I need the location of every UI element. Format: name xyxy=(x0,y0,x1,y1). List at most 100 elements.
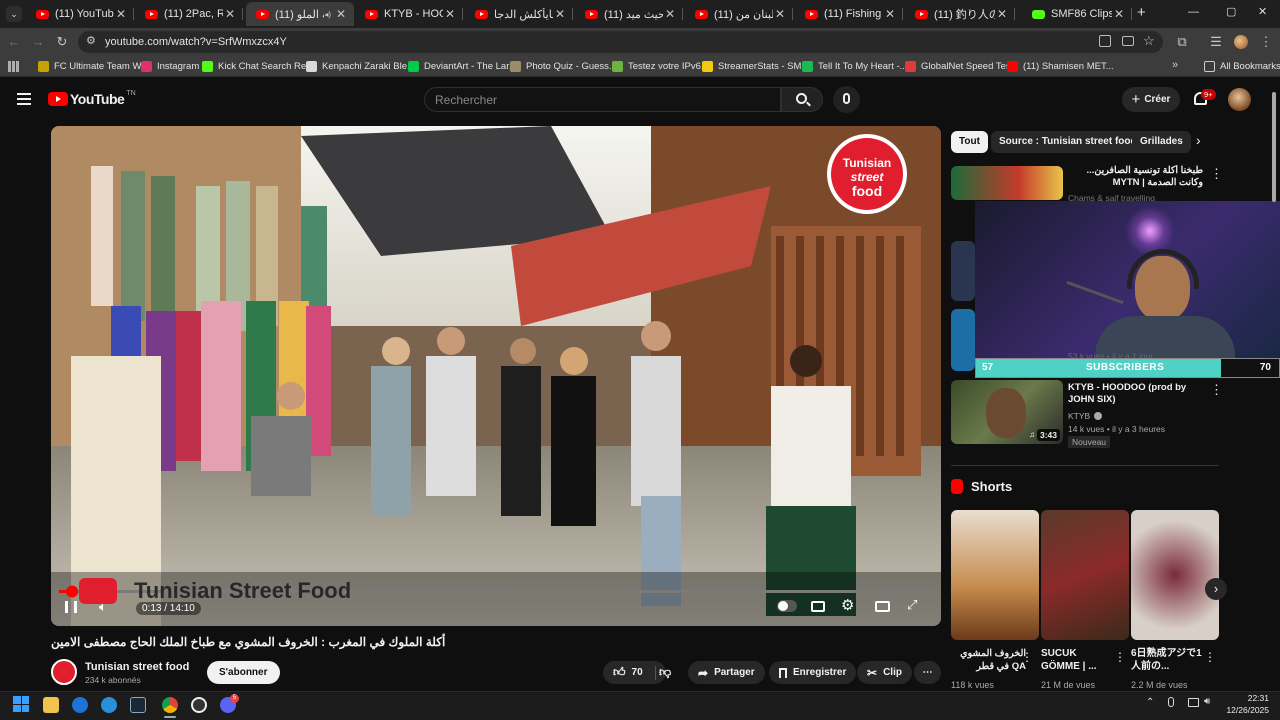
more-bookmarks-icon[interactable]: » xyxy=(1172,59,1178,71)
browser-tab[interactable]: KTYB - HOODOO✕ xyxy=(355,2,463,26)
rec-channel-ktyb[interactable]: KTYB xyxy=(1068,411,1103,421)
browser-menu-icon[interactable]: ⋮ xyxy=(1256,31,1276,53)
guide-menu-icon[interactable] xyxy=(17,93,31,105)
settings-gear-icon[interactable]: ⚙ xyxy=(841,596,854,614)
back-icon[interactable]: ← xyxy=(4,31,24,53)
short-thumbnail-3[interactable] xyxy=(1131,510,1219,640)
tab-close-icon[interactable]: ✕ xyxy=(223,7,237,21)
chip-source[interactable]: Source : Tunisian street food xyxy=(991,131,1145,153)
more-actions-button[interactable]: ⋯ xyxy=(914,661,941,684)
page-scrollbar[interactable] xyxy=(1272,92,1276,202)
shorts-next-button[interactable]: › xyxy=(1205,578,1227,600)
outlook-icon[interactable] xyxy=(72,697,88,713)
chip-all[interactable]: Tout xyxy=(951,131,988,153)
tray-overflow-icon[interactable]: ⌃ xyxy=(1146,697,1154,708)
tab-close-icon[interactable]: ✕ xyxy=(114,7,128,21)
rec-thumbnail-ktyb[interactable]: ♫ 3:43 xyxy=(951,380,1063,444)
short-title-3[interactable]: 6日熟成アジで1人前の... xyxy=(1131,647,1206,673)
rec-title-ktyb[interactable]: KTYB - HOODOO (prod by JOHN SIX) xyxy=(1068,382,1208,406)
bookmark-item[interactable]: Kenpachi Zaraki Ble... xyxy=(306,58,415,75)
short-menu-1[interactable]: ⋮ xyxy=(1021,650,1033,664)
tab-close-icon[interactable]: ✕ xyxy=(995,7,1009,21)
tab-close-icon[interactable]: ✕ xyxy=(1112,7,1126,21)
short-title-1[interactable]: الخروف المشوي QA في قطر xyxy=(951,647,1026,673)
clip-button[interactable]: ✂ Clip xyxy=(857,661,912,684)
browser-tab[interactable]: (11) YouTube ✕ xyxy=(26,2,134,26)
share-button[interactable]: ➦ Partager xyxy=(688,661,765,684)
tab-close-icon[interactable]: ✕ xyxy=(773,7,787,21)
rec-thumbnail-2[interactable] xyxy=(951,241,975,301)
apps-grid-icon[interactable] xyxy=(8,61,19,72)
short-thumbnail-2[interactable] xyxy=(1041,510,1129,640)
translate-icon[interactable] xyxy=(1099,35,1111,47)
browser-tab[interactable]: (11) كان حيث ميد✕ xyxy=(575,2,683,26)
pause-button[interactable] xyxy=(65,601,77,613)
cast-icon[interactable] xyxy=(1122,36,1134,46)
browser-tab[interactable]: الي مايأكلش الدجا✕ xyxy=(465,2,573,26)
edge-icon[interactable] xyxy=(101,697,117,713)
browser-tab[interactable]: (11) دخلت لبنان من✕ xyxy=(685,2,793,26)
rec-title-1[interactable]: طبخنا أكلة تونسية الصافرين... وكانت الصد… xyxy=(1068,165,1203,189)
create-button[interactable]: + Créer xyxy=(1122,87,1180,112)
search-input[interactable]: Rechercher xyxy=(424,87,781,112)
volume-icon[interactable]: 🔈︎ xyxy=(99,599,107,615)
forward-icon[interactable]: → xyxy=(28,31,48,53)
start-button[interactable] xyxy=(13,696,29,712)
file-explorer-icon[interactable] xyxy=(43,697,59,713)
browser-tab[interactable]: SMF86 Clips - Wa✕ xyxy=(1022,2,1132,26)
youtube-logo[interactable]: YouTube TN xyxy=(48,90,136,107)
minimize-button[interactable]: — xyxy=(1188,6,1199,18)
rec-menu-ktyb[interactable]: ⋮ xyxy=(1210,382,1223,398)
channel-name[interactable]: Tunisian street food xyxy=(85,661,189,673)
new-tab-button[interactable]: + xyxy=(1137,4,1146,21)
subscribe-button[interactable]: S'abonner xyxy=(207,661,280,684)
bookmark-item[interactable]: DeviantArt - The Lar... xyxy=(408,58,517,75)
tab-search-button[interactable]: ⌄ xyxy=(6,6,22,22)
display-tray-icon[interactable] xyxy=(1188,698,1199,707)
fullscreen-icon[interactable]: ⤢ xyxy=(907,597,917,613)
browser-tab[interactable]: (11) 2Pac, R.L. Hu✕ xyxy=(135,2,243,26)
github-icon[interactable] xyxy=(191,697,207,713)
bookmark-star-icon[interactable]: ☆ xyxy=(1143,33,1155,49)
rec-menu-1[interactable]: ⋮ xyxy=(1210,166,1223,182)
bookmark-item[interactable]: (11) Shamisen MET... xyxy=(1007,58,1114,75)
browser-tab[interactable]: (11) أكلة الملو◂)✕ xyxy=(246,2,354,26)
profile-avatar[interactable] xyxy=(1234,35,1248,49)
tab-close-icon[interactable]: ✕ xyxy=(553,7,567,21)
video-player[interactable]: Tunisian street food Tunisian Street Foo… xyxy=(51,126,941,626)
tab-audio-icon[interactable]: ◂) xyxy=(324,10,331,19)
bookmark-item[interactable]: GlobalNet Speed Test xyxy=(905,58,1013,75)
channel-avatar[interactable] xyxy=(51,659,77,685)
tab-close-icon[interactable]: ✕ xyxy=(334,7,348,21)
site-info-icon[interactable]: ⚙ xyxy=(86,34,96,47)
chip-grills[interactable]: Grillades xyxy=(1132,131,1191,153)
bookmark-item[interactable]: Tell It To My Heart -... xyxy=(802,58,908,75)
mic-tray-icon[interactable] xyxy=(1168,697,1174,707)
bookmark-item[interactable]: Photo Quiz - Guess... xyxy=(510,58,617,75)
short-menu-3[interactable]: ⋮ xyxy=(1204,650,1216,664)
short-thumbnail-1[interactable] xyxy=(951,510,1039,640)
account-avatar[interactable] xyxy=(1228,88,1251,111)
short-menu-2[interactable]: ⋮ xyxy=(1114,650,1126,664)
url-text[interactable]: youtube.com/watch?v=SrfWmxzcx4Y xyxy=(105,36,287,48)
chips-next-icon[interactable]: › xyxy=(1196,132,1201,148)
chrome-icon[interactable] xyxy=(162,697,178,713)
all-bookmarks-folder[interactable]: All Bookmarks xyxy=(1204,58,1280,75)
browser-tab[interactable]: (11) Fishing Reel✕ xyxy=(795,2,903,26)
tab-close-icon[interactable]: ✕ xyxy=(663,7,677,21)
extensions-icon[interactable]: ⧉ xyxy=(1172,31,1192,53)
tab-close-icon[interactable]: ✕ xyxy=(443,7,457,21)
close-window-button[interactable]: ✕ xyxy=(1258,5,1267,18)
bookmark-item[interactable]: StreamerStats - SMF... xyxy=(702,58,814,75)
rec-thumbnail-1[interactable] xyxy=(951,166,1063,200)
browser-tab[interactable]: (11) 釣り人の夢を✕ xyxy=(905,2,1015,26)
autoplay-toggle[interactable] xyxy=(777,600,797,612)
subtitles-icon[interactable] xyxy=(811,601,825,612)
bookmark-item[interactable]: FC Ultimate Team W... xyxy=(38,58,149,75)
voice-search-button[interactable] xyxy=(833,86,860,113)
clock-time[interactable]: 22:31 xyxy=(1237,693,1269,703)
clock-date[interactable]: 12/26/2025 xyxy=(1215,705,1269,715)
bookmark-item[interactable]: Testez votre IPv6. xyxy=(612,58,704,75)
playlist-icon[interactable]: ☰ xyxy=(1206,31,1226,53)
bookmark-item[interactable]: Kick Chat Search Re... xyxy=(202,58,314,75)
